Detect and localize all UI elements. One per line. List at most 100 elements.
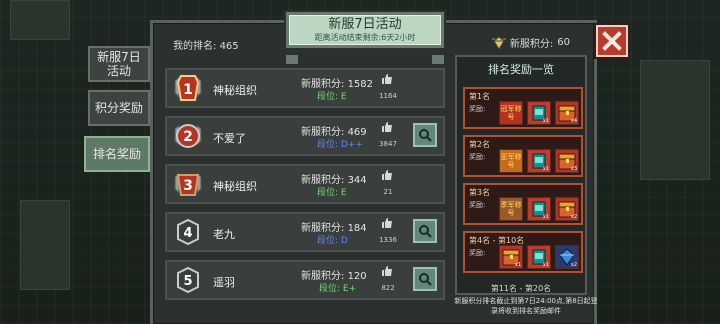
player-score: 新服积分: 120 <box>301 267 367 282</box>
reward-item-icon[interactable]: x3 <box>555 149 579 173</box>
view-player-button[interactable] <box>413 267 437 291</box>
like-count: 822 <box>381 284 395 292</box>
rank-medal-icon: 3 <box>174 171 202 196</box>
player-tier: 段位: D++ <box>317 140 363 150</box>
reward-item-icon[interactable]: x1 <box>499 245 523 269</box>
reward-rank-label: 第3名 <box>469 188 491 197</box>
next-reward-tier: 第11名 - 第20名 <box>490 284 552 293</box>
view-player-button[interactable] <box>413 123 437 147</box>
ranking-list[interactable]: 1 神秘组织 新服积分: 1582 段位: E 1164 2 不爱了 新服积分:… <box>165 58 445 304</box>
reward-panel-title: 排名奖励一览 <box>488 63 554 76</box>
reward-label: 奖励: <box>469 249 486 257</box>
player-score: 新服积分: 469 <box>301 123 367 138</box>
background-building <box>20 200 70 290</box>
reward-tier-4: 第4名 - 第10名 奖励: x1 x1 x2 <box>463 231 583 273</box>
reward-tier-1: 第1名 奖励: 冠军称号 x1 x4 <box>463 87 583 129</box>
tab-label: 排名奖励 <box>92 147 141 161</box>
item-count: x2 <box>570 262 577 268</box>
reward-label: 奖励: <box>469 201 486 209</box>
item-count: x1 <box>542 262 549 268</box>
reward-rank-label: 第1名 <box>469 92 491 101</box>
reward-tier-2: 第2名 奖励: 亚军称号 x1 x3 <box>463 135 583 177</box>
search-icon <box>419 129 432 142</box>
player-name: 遥羽 <box>213 276 235 289</box>
search-icon <box>419 273 432 286</box>
item-count: x2 <box>570 214 577 220</box>
my-points: 新服积分: 60 <box>491 35 570 50</box>
player-tier: 段位: E+ <box>319 284 357 294</box>
svg-text:4: 4 <box>183 226 192 241</box>
player-tier: 段位: E <box>317 188 347 198</box>
rank-medal-icon: 4 <box>177 218 199 246</box>
ranking-row: 3 神秘组织 新服积分: 344 段位: E 21 <box>165 164 445 204</box>
score-value: 1582 <box>347 79 374 90</box>
player-name: 老九 <box>213 228 235 241</box>
reward-item-icon[interactable]: x1 <box>527 149 551 173</box>
title-reward-item[interactable]: 冠军称号 <box>499 101 523 125</box>
item-count: x3 <box>570 166 577 172</box>
title-text: 亚军称号 <box>500 153 522 169</box>
item-count: x1 <box>514 262 521 268</box>
player-tier: 段位: D <box>317 236 348 246</box>
title-text: 季军称号 <box>500 201 522 217</box>
player-name: 神秘组织 <box>213 84 257 97</box>
reward-label: 奖励: <box>469 105 486 113</box>
reward-label: 奖励: <box>469 153 486 161</box>
ranking-row: 5 遥羽 新服积分: 120 段位: E+ 822 <box>165 260 445 300</box>
reward-item-icon[interactable]: x1 <box>527 245 551 269</box>
like-count: 1164 <box>379 92 397 100</box>
like-icon[interactable] <box>381 121 393 133</box>
rank-reward-panel[interactable]: 排名奖励一览 第1名 奖励: 冠军称号 x1 x4 第2名 奖励: 亚军称号 x… <box>455 55 587 295</box>
background-building <box>640 60 710 180</box>
tab-label: 新服7日 活动 <box>97 50 141 78</box>
reward-tier-3: 第3名 奖励: 季军称号 x1 x2 <box>463 183 583 225</box>
like-icon[interactable] <box>381 265 393 277</box>
player-name: 神秘组织 <box>213 180 257 193</box>
close-icon <box>602 31 622 51</box>
item-count: x4 <box>570 118 577 124</box>
my-rank-value: 465 <box>219 41 239 52</box>
score-value: 184 <box>347 223 367 234</box>
page-title: 新服7日活动 <box>328 17 402 32</box>
like-icon[interactable] <box>381 217 393 229</box>
player-tier: 段位: E <box>317 92 347 102</box>
player-score: 新服积分: 184 <box>301 219 367 234</box>
reward-item-icon[interactable]: x2 <box>555 197 579 221</box>
tab-new-server-event[interactable]: 新服7日 活动 <box>88 46 150 82</box>
tab-label: 积分奖励 <box>94 101 143 115</box>
view-player-button[interactable] <box>413 219 437 243</box>
reward-item-icon[interactable]: x1 <box>527 197 551 221</box>
reward-rank-label: 第2名 <box>469 140 491 149</box>
ranking-row: 4 老九 新服积分: 184 段位: D 1336 <box>165 212 445 252</box>
player-name: 不爱了 <box>213 132 246 145</box>
svg-text:5: 5 <box>183 274 192 289</box>
score-value: 344 <box>347 175 367 186</box>
like-count: 3847 <box>379 140 397 148</box>
reward-item-icon[interactable]: x2 <box>555 245 579 269</box>
title-reward-item[interactable]: 季军称号 <box>499 197 523 221</box>
points-gem-icon <box>491 35 506 50</box>
reward-item-icon[interactable]: x4 <box>555 101 579 125</box>
close-button[interactable] <box>596 25 628 57</box>
reward-note: 新服积分排名截止到第7日24:00点,第8日起登录将收到排名奖励邮件 <box>454 297 598 315</box>
rank-medal-icon: 1 <box>174 75 202 101</box>
tab-rank-reward[interactable]: 排名奖励 <box>84 136 150 172</box>
rank-medal-icon: 2 <box>174 123 202 148</box>
search-icon <box>419 225 432 238</box>
reward-item-icon[interactable]: x1 <box>527 101 551 125</box>
my-rank: 我的排名: 465 <box>173 37 239 52</box>
my-points-value: 60 <box>557 37 570 48</box>
item-count: x1 <box>542 214 549 220</box>
ranking-row: 2 不爱了 新服积分: 469 段位: D++ 3847 <box>165 116 445 156</box>
svg-text:2: 2 <box>183 129 193 145</box>
tab-points-reward[interactable]: 积分奖励 <box>88 90 150 126</box>
item-count: x1 <box>542 166 549 172</box>
player-score: 新服积分: 1582 <box>301 75 373 90</box>
like-icon[interactable] <box>381 73 393 85</box>
title-reward-item[interactable]: 亚军称号 <box>499 149 523 173</box>
like-count: 1336 <box>379 236 397 244</box>
background-building <box>10 0 70 40</box>
player-score: 新服积分: 344 <box>301 171 367 186</box>
like-icon[interactable] <box>381 169 393 181</box>
item-count: x1 <box>542 118 549 124</box>
